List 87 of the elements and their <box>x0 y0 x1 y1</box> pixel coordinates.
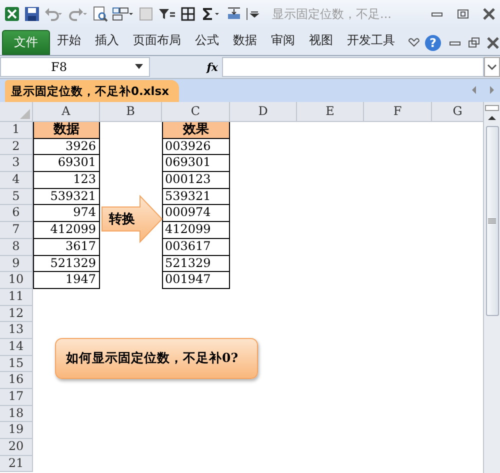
table-cell: 521329 <box>162 256 230 272</box>
row-header[interactable]: 3 <box>0 155 33 172</box>
row-header[interactable]: 19 <box>0 422 33 440</box>
row-header[interactable]: 10 <box>0 272 33 289</box>
filter-icon[interactable] <box>158 6 176 22</box>
row-header[interactable]: 14 <box>0 338 33 356</box>
table-cell: 003926 <box>162 138 230 156</box>
row-header[interactable]: 4 <box>0 172 33 189</box>
arrow-label: 转换 <box>109 211 135 228</box>
close-icon[interactable] <box>486 37 500 49</box>
column-header[interactable]: D <box>230 102 297 122</box>
help-button[interactable]: ? <box>425 35 441 51</box>
table-cell: 效果 <box>162 122 230 139</box>
excel-logo-icon <box>4 6 20 22</box>
table-cell: 974 <box>33 205 100 222</box>
arrow-shape <box>102 195 163 243</box>
row-header[interactable]: 13 <box>0 322 33 339</box>
ribbon-tab[interactable]: 插入 <box>89 32 125 55</box>
row-header[interactable]: 20 <box>0 439 33 456</box>
file-tab[interactable]: 文件 <box>2 30 50 55</box>
row-header[interactable]: 21 <box>0 456 33 472</box>
row-header[interactable]: 16 <box>0 372 33 390</box>
table-cell: 001947 <box>162 272 230 289</box>
scroll-thumb[interactable] <box>486 126 498 316</box>
align-icon[interactable] <box>226 6 242 22</box>
insert-function-button[interactable]: fx <box>206 60 218 74</box>
row-header[interactable]: 7 <box>0 222 33 239</box>
table-cell: 3617 <box>33 238 100 256</box>
dropdown-icon[interactable] <box>135 64 143 70</box>
row-header[interactable]: 2 <box>0 138 33 156</box>
formula-input[interactable] <box>222 57 484 77</box>
table-cell: 1947 <box>33 272 100 289</box>
vertical-scrollbar[interactable] <box>483 102 500 473</box>
customize-dropdown-icon[interactable] <box>246 6 260 22</box>
restore-icon[interactable] <box>467 37 481 49</box>
save-icon[interactable] <box>24 6 40 22</box>
table-cell: 521329 <box>33 256 100 272</box>
row-header[interactable]: 11 <box>0 288 33 306</box>
table-cell: 3926 <box>33 138 100 156</box>
ribbon-tab[interactable]: 页面布局 <box>127 32 187 55</box>
workbook-tab[interactable]: 显示固定位数，不足补0.xlsx <box>5 80 179 102</box>
expand-icon[interactable] <box>484 57 500 77</box>
ribbon-tab[interactable]: 开发工具 <box>341 32 401 55</box>
ribbon-tab[interactable]: 数据 <box>227 32 263 55</box>
window-title: 显示固定位数，不足... <box>272 6 392 22</box>
column-header[interactable]: E <box>297 102 364 122</box>
row-header[interactable]: 5 <box>0 188 33 206</box>
close-icon[interactable] <box>482 8 496 20</box>
column-header[interactable]: A <box>33 102 100 122</box>
ribbon-tab[interactable]: 开始 <box>51 32 87 55</box>
row-header[interactable]: 17 <box>0 389 33 406</box>
row-header[interactable]: 18 <box>0 406 33 422</box>
table-cell: 69301 <box>33 155 100 172</box>
table-cell: 412099 <box>33 222 100 239</box>
table-cell: 539321 <box>33 188 100 206</box>
row-header[interactable]: 1 <box>0 122 33 139</box>
table-cell: 003617 <box>162 238 230 256</box>
layout-icon[interactable] <box>112 6 134 22</box>
table-cell: 000974 <box>162 205 230 222</box>
table-cell: 数据 <box>33 122 100 139</box>
column-header[interactable]: B <box>100 102 162 122</box>
ribbon-tab[interactable]: 公式 <box>189 32 225 55</box>
ribbon-collapse-icon[interactable] <box>407 37 421 49</box>
grip-icon <box>488 218 496 224</box>
column-header[interactable]: C <box>162 102 230 122</box>
row-header[interactable]: 9 <box>0 256 33 272</box>
ribbon-tab[interactable]: 审阅 <box>265 32 301 55</box>
column-header[interactable]: F <box>364 102 432 122</box>
row-header[interactable]: 12 <box>0 306 33 322</box>
table-cell: 539321 <box>162 188 230 206</box>
restore-icon[interactable] <box>456 8 470 20</box>
table-cell: 123 <box>33 172 100 189</box>
print-preview-icon[interactable] <box>92 6 108 22</box>
table-cell: 069301 <box>162 155 230 172</box>
row-header[interactable]: 15 <box>0 356 33 372</box>
row-header[interactable]: 6 <box>0 205 33 222</box>
table-cell: 412099 <box>162 222 230 239</box>
row-header[interactable]: 8 <box>0 238 33 256</box>
column-header[interactable]: G <box>432 102 483 122</box>
borders-icon[interactable] <box>180 6 196 22</box>
ribbon-tab[interactable]: 视图 <box>303 32 339 55</box>
sum-icon[interactable] <box>200 6 222 22</box>
name-box[interactable]: F8 <box>0 57 150 77</box>
table-cell: 000123 <box>162 172 230 189</box>
callout-text: 如何显示固定位数，不足补0? <box>66 350 238 367</box>
split-handle[interactable] <box>485 105 499 111</box>
triangle-icon <box>20 109 30 119</box>
